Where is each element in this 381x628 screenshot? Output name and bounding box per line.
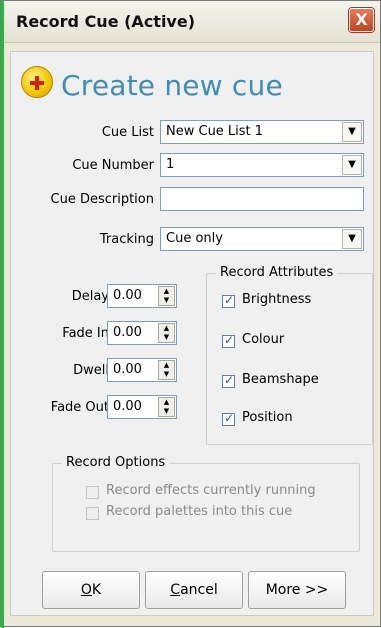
window-title: Record Cue (Active) <box>16 12 196 31</box>
dwell-spinner[interactable]: 0.00 ▲ ▼ <box>107 358 177 382</box>
up-down-arrows-icon[interactable]: ▲ ▼ <box>158 397 175 417</box>
cue-number-value: 1 <box>166 157 175 172</box>
record-palettes-label: Record palettes into this cue <box>106 504 293 519</box>
record-palettes-checkbox[interactable] <box>86 507 99 520</box>
close-icon: X <box>355 10 368 29</box>
record-cue-dialog: Record Cue (Active) X Create new cue Cue… <box>0 0 381 628</box>
tracking-value: Cue only <box>166 231 223 246</box>
record-effects-checkbox[interactable] <box>86 486 99 499</box>
brightness-checkbox[interactable] <box>222 293 235 308</box>
beamshape-checkbox[interactable] <box>222 373 235 388</box>
record-effects-label: Record effects currently running <box>106 483 316 498</box>
ok-button[interactable]: OK <box>42 571 140 609</box>
position-checkbox[interactable] <box>222 411 235 426</box>
tracking-label: Tracking <box>99 232 154 247</box>
fade-out-value: 0.00 <box>113 399 142 414</box>
delay-label: Delay <box>71 289 109 304</box>
brightness-label: Brightness <box>242 292 312 307</box>
colour-checkbox[interactable] <box>222 333 235 348</box>
beamshape-label: Beamshape <box>242 372 319 387</box>
dwell-value: 0.00 <box>113 362 142 377</box>
cue-list-select[interactable]: New Cue List 1 ▼ <box>160 120 364 144</box>
ok-label-rest: K <box>91 582 102 598</box>
record-options-title: Record Options <box>62 455 170 470</box>
cue-description-input[interactable] <box>160 187 364 211</box>
delay-spinner[interactable]: 0.00 ▲ ▼ <box>107 284 177 308</box>
fade-in-label: Fade In <box>62 326 109 341</box>
chevron-down-icon[interactable]: ▼ <box>342 229 362 249</box>
chevron-down-icon[interactable]: ▼ <box>342 122 362 142</box>
record-attributes-title: Record Attributes <box>216 265 338 280</box>
cue-description-label: Cue Description <box>50 192 155 207</box>
fade-in-value: 0.00 <box>113 325 142 340</box>
fade-out-spinner[interactable]: 0.00 ▲ ▼ <box>107 395 177 419</box>
chevron-down-icon[interactable]: ▼ <box>342 155 362 175</box>
dwell-label: Dwell <box>73 363 109 378</box>
up-down-arrows-icon[interactable]: ▲ ▼ <box>158 360 175 380</box>
fade-in-spinner[interactable]: 0.00 ▲ ▼ <box>107 321 177 345</box>
up-down-arrows-icon[interactable]: ▲ ▼ <box>158 286 175 306</box>
cue-number-label: Cue Number <box>72 158 154 173</box>
cancel-label-rest: ancel <box>180 582 218 598</box>
delay-value: 0.00 <box>113 288 142 303</box>
up-down-arrows-icon[interactable]: ▲ ▼ <box>158 323 175 343</box>
dialog-panel: Create new cue Cue List New Cue List 1 ▼… <box>10 51 374 616</box>
window-accent-strip <box>1 1 4 628</box>
cancel-button[interactable]: Cancel <box>145 571 243 609</box>
close-button[interactable]: X <box>349 8 374 32</box>
ok-accelerator: O <box>80 582 92 598</box>
fade-out-label: Fade Out <box>50 400 109 415</box>
cue-list-value: New Cue List 1 <box>166 124 264 139</box>
more-button[interactable]: More >> <box>248 571 346 609</box>
tracking-select[interactable]: Cue only ▼ <box>160 227 364 251</box>
cue-list-label: Cue List <box>101 125 154 140</box>
colour-label: Colour <box>242 332 285 347</box>
title-bar: Record Cue (Active) X <box>4 1 380 43</box>
cancel-accelerator: C <box>170 582 181 598</box>
dialog-heading: Create new cue <box>61 69 283 102</box>
cue-number-select[interactable]: 1 ▼ <box>160 153 364 177</box>
add-icon <box>21 66 53 98</box>
position-label: Position <box>242 410 293 425</box>
